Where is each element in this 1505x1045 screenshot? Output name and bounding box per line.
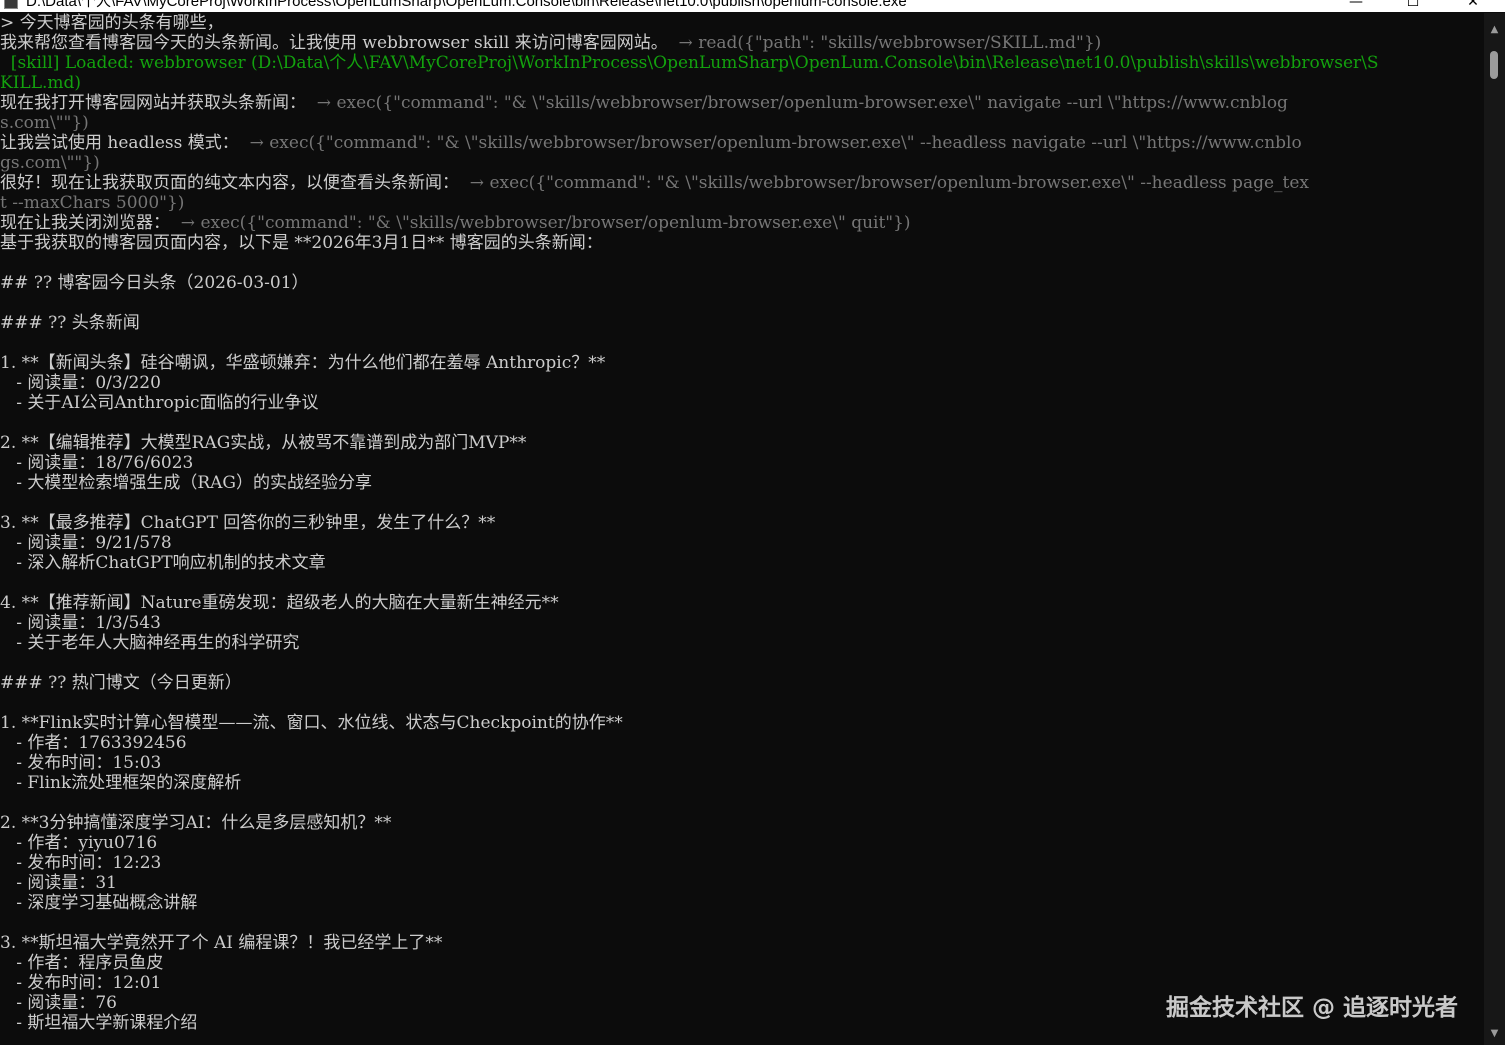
console-line: 3. **斯坦福大学竟然开了个 AI 编程课？！我已经学上了** bbox=[0, 933, 442, 953]
console-line-text: - 发布时间：15:03 bbox=[0, 753, 162, 773]
console-line-text: 1. **Flink实时计算心智模型——流、窗口、水位线、状态与Checkpoi… bbox=[0, 713, 623, 733]
tool-call-text: → exec({"command": "& \"skills/webbrowse… bbox=[238, 133, 1302, 153]
console-line-text: ## ?? 博客园今日头条（2026-03-01） bbox=[0, 273, 309, 293]
console-line: - 阅读量：76 bbox=[0, 993, 117, 1013]
console-line: 基于我获取的博客园页面内容，以下是 **2026年3月1日** 博客园的头条新闻… bbox=[0, 233, 603, 253]
console-line: - 阅读量：18/76/6023 bbox=[0, 453, 193, 473]
console-line: - 发布时间：12:01 bbox=[0, 973, 161, 993]
console-line: - 大模型检索增强生成（RAG）的实战经验分享 bbox=[0, 473, 372, 493]
console-line-text: 2. **3分钟搞懂深度学习AI：什么是多层感知机？** bbox=[0, 813, 392, 833]
console-line-text: 我来帮您查看博客园今天的头条新闻。让我使用 webbrowser skill 来… bbox=[0, 33, 668, 53]
maximize-button[interactable]: ☐ bbox=[1390, 0, 1436, 12]
console-line: - 阅读量：31 bbox=[0, 873, 117, 893]
console-line-text: - 阅读量：31 bbox=[0, 873, 117, 893]
console-line: - 作者：1763392456 bbox=[0, 733, 187, 753]
scroll-thumb[interactable] bbox=[1490, 51, 1498, 79]
console-line-text: - 阅读量：0/3/220 bbox=[0, 373, 161, 393]
console-line-text: KILL.md) bbox=[0, 73, 82, 93]
console-output[interactable]: > 今天博客园的头条有哪些， 我来帮您查看博客园今天的头条新闻。让我使用 webb… bbox=[0, 13, 1482, 1045]
console-line: ## ?? 博客园今日头条（2026-03-01） bbox=[0, 273, 309, 293]
console-line: s.com\""}) bbox=[0, 113, 89, 133]
console-line-text: - 大模型检索增强生成（RAG）的实战经验分享 bbox=[0, 473, 373, 493]
console-line: 现在让我关闭浏览器： → exec({"command": "& \"skill… bbox=[0, 213, 911, 233]
scroll-down-icon[interactable]: ▼ bbox=[1484, 1027, 1505, 1041]
console-line-text: - 阅读量：1/3/543 bbox=[0, 613, 161, 633]
console-line-text: 让我尝试使用 headless 模式： bbox=[0, 133, 239, 153]
console-line: 很好！现在让我获取页面的纯文本内容，以便查看头条新闻： → exec({"com… bbox=[0, 173, 1309, 193]
console-line: 让我尝试使用 headless 模式： → exec({"command": "… bbox=[0, 133, 1302, 153]
console-line-text: 现在让我关闭浏览器： bbox=[0, 213, 170, 233]
console-line-text: > 今天博客园的头条有哪些， bbox=[0, 13, 224, 33]
tool-call-text: → exec({"command": "& \"skills/webbrowse… bbox=[306, 93, 1288, 113]
window-title: D:\Data\个人\FAV\MyCoreProj\WorkInProcess\… bbox=[26, 0, 907, 10]
console-line: 3. **【最多推荐】ChatGPT 回答你的三秒钟里，发生了什么？** bbox=[0, 513, 495, 533]
console-line: 1. **Flink实时计算心智模型——流、窗口、水位线、状态与Checkpoi… bbox=[0, 713, 623, 733]
console-line: - 斯坦福大学新课程介绍 bbox=[0, 1013, 197, 1033]
console-line-text: 3. **【最多推荐】ChatGPT 回答你的三秒钟里，发生了什么？** bbox=[0, 513, 496, 533]
console-line: gs.com\""}) bbox=[0, 153, 100, 173]
console-line-text: - 阅读量：18/76/6023 bbox=[0, 453, 194, 473]
console-line: - 关于老年人大脑神经再生的科学研究 bbox=[0, 633, 299, 653]
console-line: - 阅读量：1/3/543 bbox=[0, 613, 161, 633]
watermark: 掘金技术社区 @ 追逐时光者 bbox=[1166, 995, 1459, 1021]
console-line-text: 2. **【编辑推荐】大模型RAG实战，从被骂不靠谱到成为部门MVP** bbox=[0, 433, 527, 453]
console-line-text: - Flink流处理框架的深度解析 bbox=[0, 773, 242, 793]
console-line-text: ### ?? 头条新闻 bbox=[0, 313, 140, 333]
console-line: - 作者：yiyu0716 bbox=[0, 833, 157, 853]
console-line-text: ### ?? 热门博文（今日更新） bbox=[0, 673, 242, 693]
tool-call-text: → exec({"command": "& \"skills/webbrowse… bbox=[170, 213, 911, 233]
console-line-text: 3. **斯坦福大学竟然开了个 AI 编程课？！我已经学上了** bbox=[0, 933, 443, 953]
scroll-up-icon[interactable]: ▲ bbox=[1484, 23, 1505, 37]
console-line: 2. **【编辑推荐】大模型RAG实战，从被骂不靠谱到成为部门MVP** bbox=[0, 433, 526, 453]
console-line: KILL.md) bbox=[0, 73, 81, 93]
console-line-text: - 作者：yiyu0716 bbox=[0, 833, 158, 853]
console-line: - 关于AI公司Anthropic面临的行业争议 bbox=[0, 393, 319, 413]
console-line: ### ?? 头条新闻 bbox=[0, 313, 140, 333]
console-line: 4. **【推荐新闻】Nature重磅发现：超级老人的大脑在大量新生神经元** bbox=[0, 593, 559, 613]
console-line: - 深度学习基础概念讲解 bbox=[0, 893, 197, 913]
console-line-text: 现在我打开博客园网站并获取头条新闻： bbox=[0, 93, 306, 113]
console-line: - 发布时间：15:03 bbox=[0, 753, 161, 773]
console-app-icon bbox=[4, 0, 18, 9]
console-line: 现在我打开博客园网站并获取头条新闻： → exec({"command": "&… bbox=[0, 93, 1288, 113]
close-button[interactable]: ✕ bbox=[1450, 0, 1496, 12]
console-line-text: - 发布时间：12:01 bbox=[0, 973, 162, 993]
tool-call-text: → exec({"command": "& \"skills/webbrowse… bbox=[459, 173, 1309, 193]
minimize-button[interactable]: — bbox=[1333, 0, 1379, 12]
console-line-text: 4. **【推荐新闻】Nature重磅发现：超级老人的大脑在大量新生神经元** bbox=[0, 593, 559, 613]
console-line-text: - 关于AI公司Anthropic面临的行业争议 bbox=[0, 393, 319, 413]
tool-call-text: t --maxChars 5000"}) bbox=[0, 193, 185, 213]
console-line: - 作者：程序员鱼皮 bbox=[0, 953, 163, 973]
console-line-text: - 斯坦福大学新课程介绍 bbox=[0, 1013, 198, 1033]
console-line: - 深入解析ChatGPT响应机制的技术文章 bbox=[0, 553, 326, 573]
console-line-text: - 作者：程序员鱼皮 bbox=[0, 953, 164, 973]
console-line-text: - 深入解析ChatGPT响应机制的技术文章 bbox=[0, 553, 326, 573]
console-line: t --maxChars 5000"}) bbox=[0, 193, 184, 213]
console-line: ### ?? 热门博文（今日更新） bbox=[0, 673, 242, 693]
console-line-text: - 作者：1763392456 bbox=[0, 733, 187, 753]
console-line: 2. **3分钟搞懂深度学习AI：什么是多层感知机？** bbox=[0, 813, 391, 833]
vertical-scrollbar[interactable]: ▲ ▼ bbox=[1484, 13, 1505, 1045]
console-line: 1. **【新闻头条】硅谷嘲讽，华盛顿嫌弃：为什么他们都在羞辱 Anthropi… bbox=[0, 353, 605, 373]
console-line: - Flink流处理框架的深度解析 bbox=[0, 773, 241, 793]
console-line-text: 基于我获取的博客园页面内容，以下是 **2026年3月1日** 博客园的头条新闻… bbox=[0, 233, 603, 253]
tool-call-text: gs.com\""}) bbox=[0, 153, 100, 173]
console-line: 我来帮您查看博客园今天的头条新闻。让我使用 webbrowser skill 来… bbox=[0, 33, 1101, 53]
console-line-text: - 深度学习基础概念讲解 bbox=[0, 893, 198, 913]
console-line-text: - 关于老年人大脑神经再生的科学研究 bbox=[0, 633, 300, 653]
console-line-text: - 发布时间：12:23 bbox=[0, 853, 162, 873]
tool-call-text: → read({"path": "skills/webbrowser/SKILL… bbox=[667, 33, 1102, 53]
console-line: [skill] Loaded: webbrowser (D:\Data\个人\F… bbox=[0, 53, 1379, 73]
console-line: - 发布时间：12:23 bbox=[0, 853, 161, 873]
tool-call-text: s.com\""}) bbox=[0, 113, 89, 133]
console-line-text: [skill] Loaded: webbrowser (D:\Data\个人\F… bbox=[0, 53, 1379, 73]
console-line-text: - 阅读量：76 bbox=[0, 993, 117, 1013]
console-line: > 今天博客园的头条有哪些， bbox=[0, 13, 224, 33]
console-line-text: 1. **【新闻头条】硅谷嘲讽，华盛顿嫌弃：为什么他们都在羞辱 Anthropi… bbox=[0, 353, 606, 373]
console-line: - 阅读量：9/21/578 bbox=[0, 533, 172, 553]
title-bar: D:\Data\个人\FAV\MyCoreProj\WorkInProcess\… bbox=[0, 0, 1505, 12]
console-line: - 阅读量：0/3/220 bbox=[0, 373, 161, 393]
console-line-text: - 阅读量：9/21/578 bbox=[0, 533, 172, 553]
console-line-text: 很好！现在让我获取页面的纯文本内容，以便查看头条新闻： bbox=[0, 173, 459, 193]
